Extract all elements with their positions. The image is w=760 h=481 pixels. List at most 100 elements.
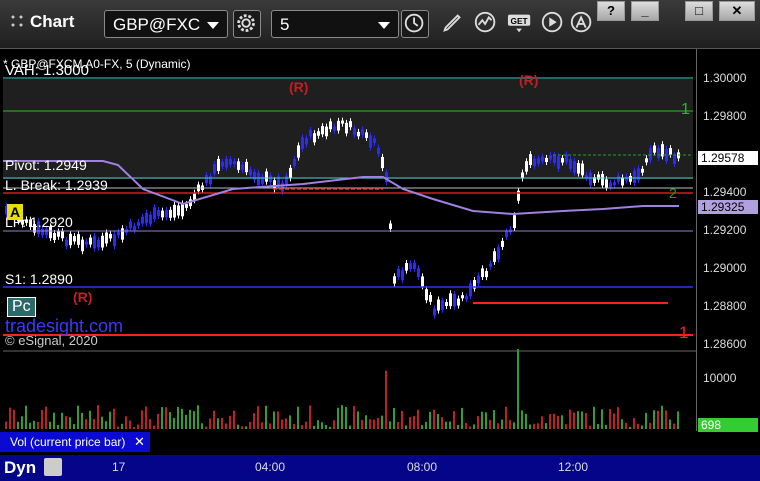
- candle: [309, 129, 312, 137]
- candle: [657, 147, 660, 158]
- get-button[interactable]: GET: [506, 10, 534, 38]
- volume-bar: [241, 426, 243, 429]
- candle: [265, 171, 268, 182]
- volume-bar: [341, 405, 343, 429]
- volume-bar: [429, 411, 431, 429]
- volume-bar: [453, 411, 455, 429]
- window-title: Chart: [30, 12, 75, 31]
- candle: [253, 171, 256, 180]
- candle: [545, 157, 548, 162]
- volume-bar: [93, 419, 95, 429]
- candle: [233, 161, 236, 165]
- volume-bar: [305, 421, 307, 429]
- volume-bar: [109, 411, 111, 429]
- candle: [181, 203, 184, 217]
- maximize-button[interactable]: □: [685, 1, 713, 21]
- r-marker-1: (R): [289, 79, 309, 95]
- alert-button[interactable]: [569, 10, 597, 38]
- volume-panel-title[interactable]: Vol (current price bar) ✕: [0, 432, 150, 452]
- volume-bar: [585, 412, 587, 429]
- price-chart[interactable]: * GBP@FXCM A0-FX, 5 (Dynamic) VAH: 1.300…: [3, 49, 696, 430]
- volume-bar: [385, 370, 387, 429]
- candle: [421, 276, 424, 287]
- candle: [185, 204, 188, 208]
- draw-button[interactable]: [440, 10, 468, 38]
- volume-bar: [513, 422, 515, 429]
- volume-bar: [441, 417, 443, 429]
- volume-bar: [257, 406, 259, 429]
- dots-icon: [11, 15, 23, 27]
- volume-bar: [281, 419, 283, 429]
- candle: [601, 173, 604, 186]
- candle: [541, 156, 544, 162]
- candle: [673, 155, 676, 164]
- volume-bar: [233, 410, 235, 429]
- s1-label: S1: 1.2890: [5, 271, 73, 287]
- volume-bar: [653, 410, 655, 429]
- volume-bar: [113, 408, 115, 429]
- level-number-2: 1: [679, 323, 689, 342]
- volume-bar: [457, 424, 459, 429]
- candle: [305, 138, 308, 145]
- symbol-value: GBP@FXC: [113, 15, 201, 34]
- alert-icon: [570, 11, 592, 33]
- candle: [553, 154, 556, 163]
- candle: [573, 161, 576, 173]
- time-button[interactable]: [401, 10, 429, 38]
- candle: [229, 159, 232, 165]
- candle: [433, 308, 436, 316]
- play-icon: [541, 11, 563, 33]
- candle: [77, 234, 80, 245]
- y-tick-2: 1.29800: [703, 109, 747, 123]
- volume-value-badge: 698: [698, 418, 758, 432]
- volume-bar: [393, 407, 395, 429]
- y-tick-4: 1.29400: [703, 185, 747, 199]
- volume-bar: [85, 419, 87, 429]
- help-button[interactable]: ?: [597, 1, 625, 21]
- volume-bar: [297, 406, 299, 429]
- time-axis-bar[interactable]: Dyn 17 04:00 08:00 12:00: [0, 455, 760, 481]
- candle: [669, 148, 672, 155]
- settings-button[interactable]: [233, 10, 261, 38]
- candle: [313, 133, 316, 143]
- candle: [453, 294, 456, 307]
- candle: [137, 222, 140, 226]
- candle: [101, 235, 104, 248]
- volume-bar: [173, 417, 175, 429]
- volume-bar: [57, 425, 59, 429]
- volume-bar: [77, 405, 79, 429]
- candle: [237, 161, 240, 170]
- volume-bar: [617, 407, 619, 429]
- volume-bar: [525, 413, 527, 429]
- volume-bar: [609, 409, 611, 429]
- close-icon[interactable]: ✕: [134, 434, 145, 450]
- volume-bar: [593, 406, 595, 429]
- volume-bar: [353, 406, 355, 429]
- volume-bar: [509, 420, 511, 429]
- copyright: © eSignal, 2020: [5, 333, 98, 348]
- interval-select[interactable]: 5: [271, 10, 399, 38]
- symbol-select[interactable]: GBP@FXC: [104, 10, 228, 38]
- volume-bar: [17, 421, 19, 429]
- lock-icon[interactable]: [44, 458, 62, 476]
- candle: [361, 129, 364, 135]
- x-tick-4: 12:00: [558, 460, 589, 474]
- candle: [437, 299, 440, 311]
- candle: [597, 174, 600, 180]
- candle: [157, 209, 160, 217]
- volume-bar: [537, 423, 539, 429]
- volume-bar: [677, 411, 679, 429]
- candle: [441, 300, 444, 310]
- volume-bar: [217, 418, 219, 429]
- play-button[interactable]: [540, 10, 568, 38]
- candle: [377, 147, 380, 155]
- price-axis[interactable]: 1.30000 1.29800 1.29400 1.29200 1.29000 …: [696, 49, 760, 432]
- volume-bars: [5, 349, 679, 429]
- studies-button[interactable]: [473, 10, 501, 38]
- volume-bar: [333, 420, 335, 429]
- candle: [161, 210, 164, 218]
- close-button[interactable]: ✕: [719, 1, 755, 21]
- pc-marker[interactable]: Pc: [7, 297, 36, 317]
- candle: [629, 175, 632, 182]
- minimize-button[interactable]: _: [631, 1, 659, 21]
